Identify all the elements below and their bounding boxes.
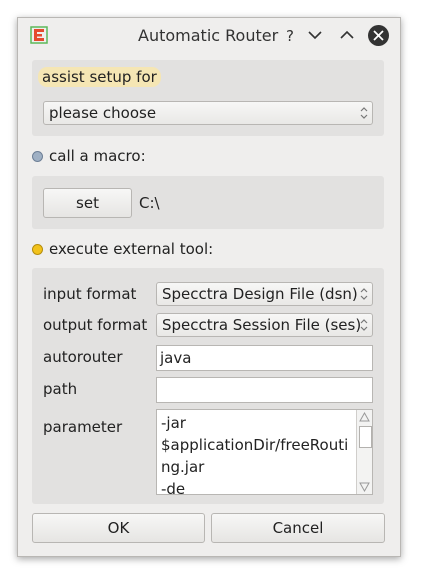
autorouter-label: autorouter xyxy=(43,348,123,366)
chevron-updown-icon xyxy=(360,107,368,119)
minimize-icon[interactable] xyxy=(308,30,322,40)
maximize-icon[interactable] xyxy=(340,30,354,40)
autorouter-value: java xyxy=(160,349,192,367)
assist-setup-label: assist setup for xyxy=(38,67,161,87)
cancel-button[interactable]: Cancel xyxy=(211,513,385,543)
external-tool-radio[interactable] xyxy=(32,244,43,255)
external-tool-group: input format Specctra Design File (dsn) … xyxy=(32,268,384,504)
external-tool-radio-label: execute external tool: xyxy=(49,240,214,258)
ok-button[interactable]: OK xyxy=(32,513,205,543)
macro-path: C:\ xyxy=(139,194,160,212)
parameter-line: -de xyxy=(161,480,186,495)
input-format-select[interactable]: Specctra Design File (dsn) xyxy=(156,282,373,306)
input-format-label: input format xyxy=(43,285,137,303)
parameter-label: parameter xyxy=(43,418,123,436)
output-format-value: Specctra Session File (ses) xyxy=(162,316,362,334)
output-format-label: output format xyxy=(43,316,148,334)
help-button[interactable]: ? xyxy=(278,24,302,48)
output-format-select[interactable]: Specctra Session File (ses) xyxy=(156,313,373,337)
macro-radio[interactable] xyxy=(32,151,43,162)
parameter-textarea[interactable]: -jar $applicationDir/freeRouti ng.jar -d… xyxy=(156,409,373,495)
window-title: Automatic Router xyxy=(138,26,279,45)
scrollbar-thumb[interactable] xyxy=(359,426,372,448)
set-button[interactable]: set xyxy=(43,188,132,218)
chevron-updown-icon xyxy=(360,288,368,300)
macro-radio-label: call a macro: xyxy=(49,147,146,165)
parameter-line: ng.jar xyxy=(161,458,205,476)
input-format-value: Specctra Design File (dsn) xyxy=(162,285,358,303)
parameter-line: -jar xyxy=(161,414,186,432)
automatic-router-dialog: Automatic Router ? assist setup for plea… xyxy=(17,17,401,557)
path-label: path xyxy=(43,380,78,398)
assist-setup-group: assist setup for please choose xyxy=(32,60,384,136)
title-bar: Automatic Router ? xyxy=(18,18,400,56)
parameter-scrollbar[interactable] xyxy=(356,410,372,494)
chevron-updown-icon xyxy=(360,319,368,331)
macro-group: set C:\ xyxy=(32,176,384,229)
scroll-down-icon[interactable] xyxy=(359,482,370,492)
close-button[interactable] xyxy=(368,25,389,46)
parameter-line: $applicationDir/freeRouti xyxy=(161,436,349,454)
path-input[interactable] xyxy=(156,377,373,403)
autorouter-input[interactable]: java xyxy=(156,345,373,371)
assist-setup-value: please choose xyxy=(49,104,157,122)
assist-setup-select[interactable]: please choose xyxy=(43,101,373,125)
close-icon xyxy=(373,30,384,41)
app-logo-icon xyxy=(30,26,48,44)
scroll-up-icon[interactable] xyxy=(359,412,370,422)
